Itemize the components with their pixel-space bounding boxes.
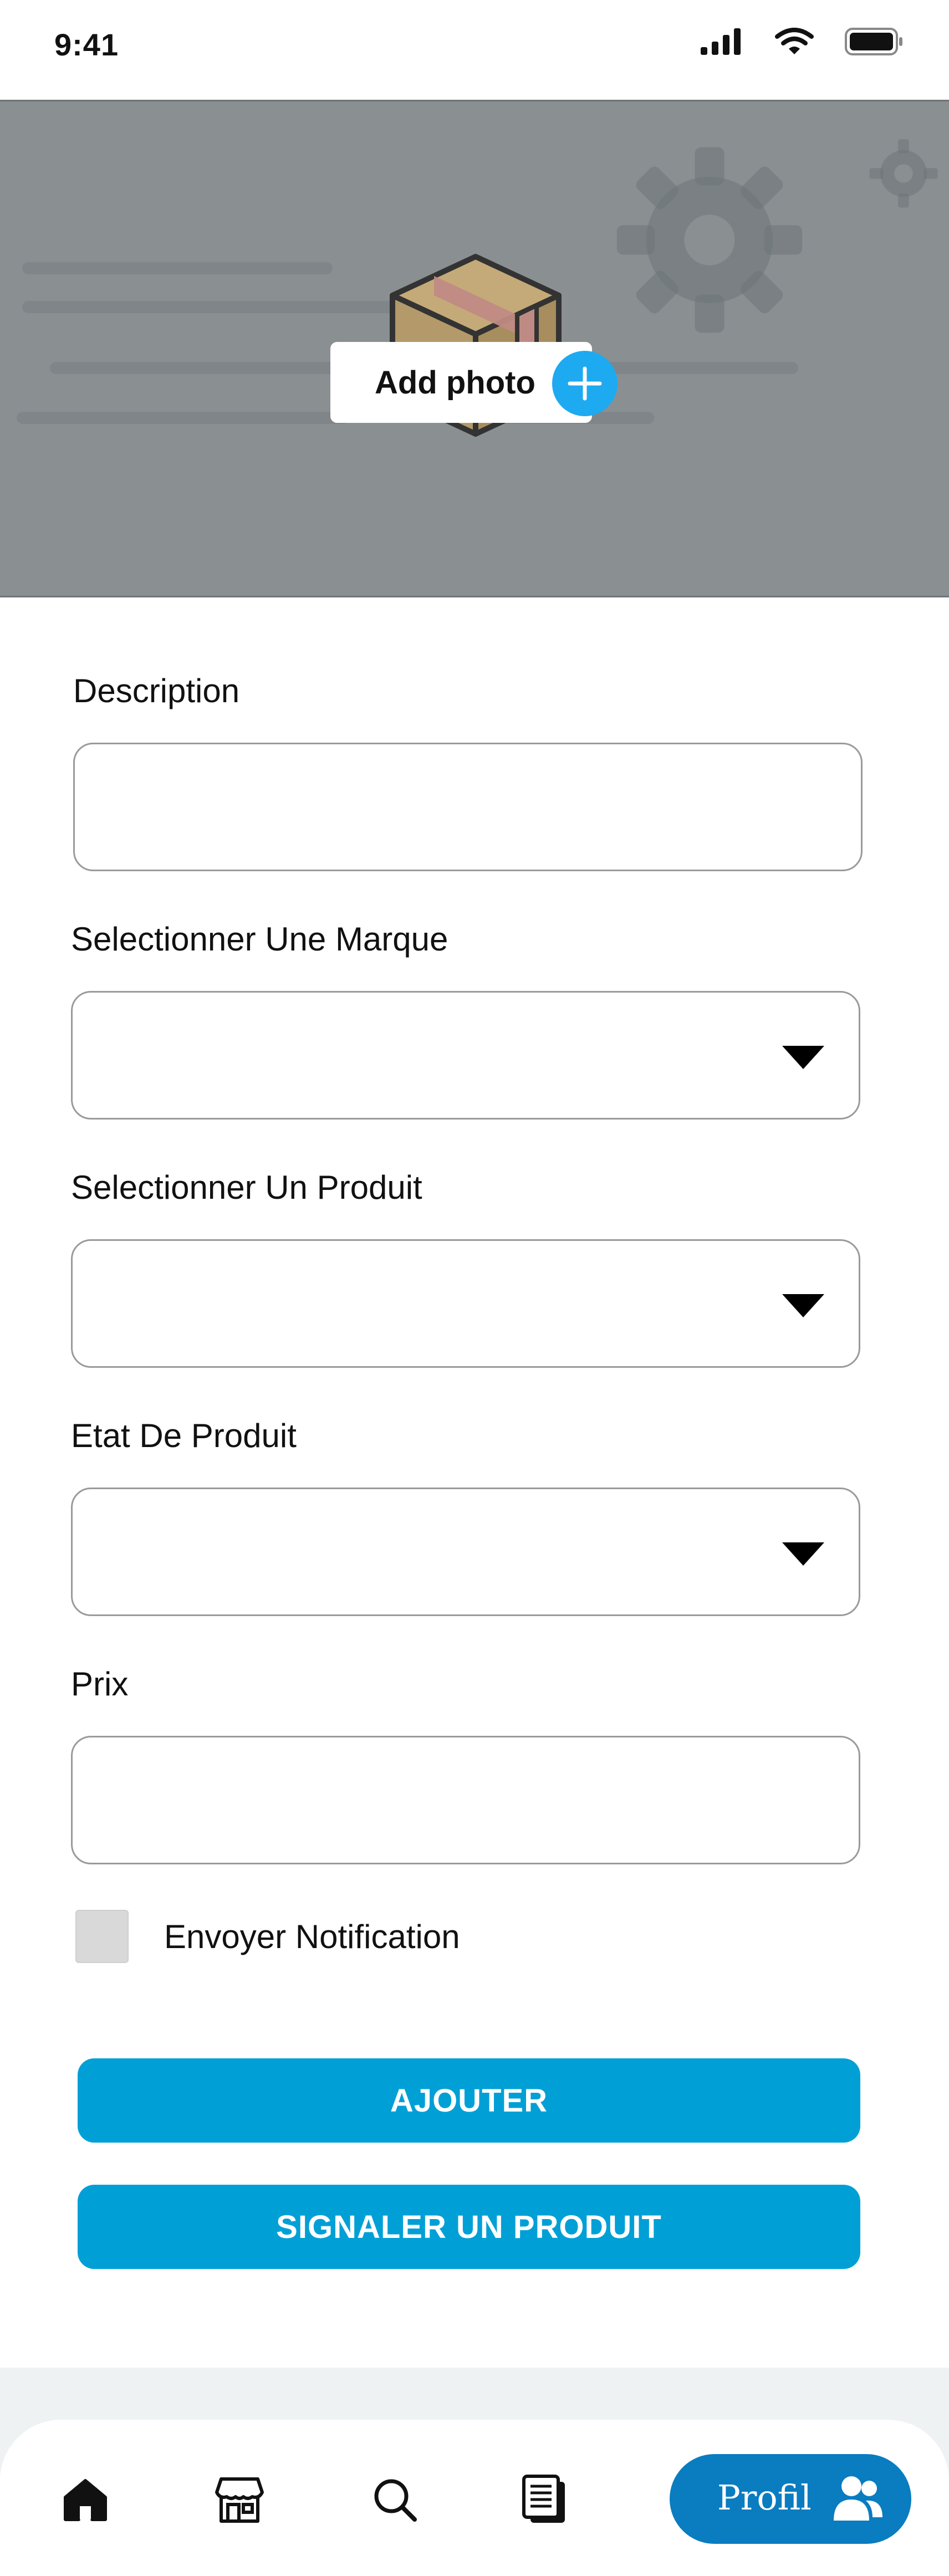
search-icon [374,2479,417,2522]
condition-select[interactable] [71,1488,860,1616]
status-time: 9:41 [54,27,119,62]
notification-checkbox[interactable] [75,1910,129,1963]
brand-label: Selectionner Une Marque [71,921,448,958]
price-label: Prix [71,1665,129,1703]
gear-icon [616,147,803,333]
nav-profile-label: Profil [717,2477,812,2518]
cellular-signal-icon [701,28,741,55]
product-form-screen: 9:41 Add photo Description Selectionner … [0,0,949,2576]
nav-store[interactable] [212,2472,267,2527]
home-icon [64,2479,107,2521]
nav-search[interactable] [367,2472,422,2527]
photo-upload-area[interactable]: Add photo [0,100,949,597]
notification-checkbox-label: Envoyer Notification [164,1918,460,1955]
users-icon [834,2476,882,2521]
wifi-icon [775,28,814,54]
battery-icon [845,28,902,55]
add-photo-label: Add photo [375,364,535,401]
product-select[interactable] [71,1239,860,1368]
description-input[interactable] [73,743,863,871]
description-label: Description [73,672,240,709]
store-icon [215,2477,264,2523]
add-photo-plus-icon[interactable] [552,351,618,416]
add-button[interactable]: AJOUTER [78,2058,860,2143]
chevron-down-icon [782,1294,824,1317]
condition-label: Etat De Produit [71,1417,297,1454]
nav-profile[interactable]: Profil [670,2454,911,2544]
gear-small-icon [869,139,938,208]
nav-home[interactable] [58,2472,113,2527]
status-bar: 9:41 [0,0,949,100]
brand-select[interactable] [71,991,860,1120]
chevron-down-icon [782,1046,824,1069]
documents-icon [522,2475,565,2523]
status-icons [701,22,904,61]
chevron-down-icon [782,1542,824,1566]
price-input[interactable] [71,1736,860,1864]
product-label: Selectionner Un Produit [71,1169,422,1206]
report-product-button[interactable]: SIGNALER UN PRODUIT [78,2185,860,2269]
nav-documents[interactable] [517,2472,572,2527]
